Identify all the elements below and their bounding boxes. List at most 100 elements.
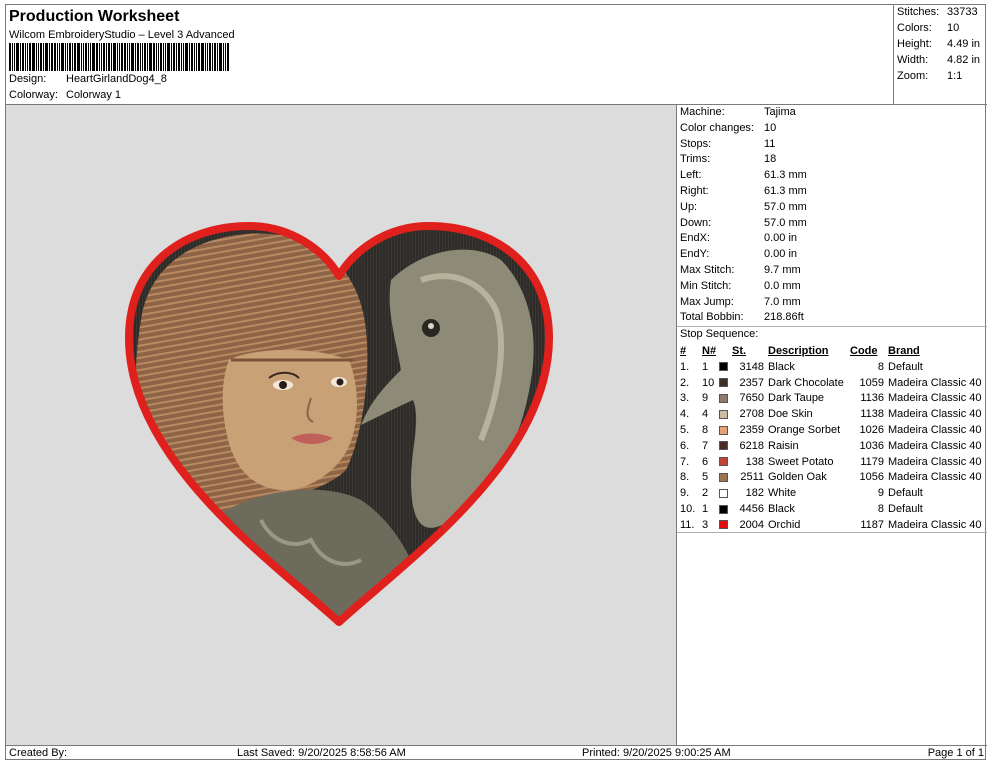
stat-height: Height: 4.49 in xyxy=(897,38,981,50)
row-stitches: 138 xyxy=(745,455,764,468)
barcode-bar xyxy=(38,43,39,71)
table-row: 2. 10 2357 Dark Chocolate 1059 Madeira Classi… xyxy=(680,375,982,391)
barcode-bar xyxy=(61,43,64,71)
barcode-bar xyxy=(20,43,21,71)
colorway-row: Colorway: Colorway 1 xyxy=(9,89,121,101)
info-value: 218.86ft xyxy=(764,311,804,324)
info-value: 0.00 in xyxy=(764,232,798,245)
row-swatch-cell xyxy=(719,391,732,407)
row-num: 4. xyxy=(680,408,690,421)
row-brand: Madeira Classic 40 xyxy=(888,424,982,437)
barcode-bar xyxy=(147,43,148,71)
row-num: 8. xyxy=(680,471,690,484)
barcode-bar xyxy=(205,43,206,71)
row-stitches: 6218 xyxy=(739,439,764,452)
color-swatch xyxy=(719,504,728,514)
row-swatch-cell xyxy=(719,406,732,422)
barcode-bar xyxy=(90,43,91,71)
barcode-bar xyxy=(129,43,130,71)
row-num: 2. xyxy=(680,376,690,389)
color-swatch xyxy=(719,473,728,483)
row-needle: 9 xyxy=(702,392,709,405)
info-value: Tajima xyxy=(764,106,796,118)
info-label: Down: xyxy=(680,216,712,229)
barcode-bar xyxy=(227,43,229,71)
row-description: White xyxy=(768,487,797,500)
row-stitches: 2004 xyxy=(739,518,764,531)
barcode-bar xyxy=(176,43,177,71)
info-label: Trims: xyxy=(680,153,711,166)
barcode-bar xyxy=(99,43,100,71)
barcode-bar xyxy=(144,43,146,71)
row-needle: 1 xyxy=(702,360,709,373)
info-row: Up: 57.0 mm xyxy=(680,201,807,213)
info-label: Left: xyxy=(680,169,702,182)
software-name: Wilcom EmbroideryStudio – Level 3 Advanc… xyxy=(9,29,235,41)
barcode-bar xyxy=(45,43,48,71)
row-num: 11. xyxy=(680,518,695,531)
barcode-bar xyxy=(223,43,224,71)
row-swatch-cell xyxy=(719,422,732,438)
table-row: 1. 1 3148 Black 8 Default xyxy=(680,359,982,375)
row-num: 3. xyxy=(680,392,690,405)
row-code: 1059 xyxy=(859,376,884,389)
info-row: Max Stitch: 9.7 mm xyxy=(680,264,801,276)
design-label: Design: xyxy=(9,73,47,85)
row-brand: Default xyxy=(888,360,923,373)
printed-date: Printed: 9/20/2025 9:00:25 AM xyxy=(582,747,731,759)
barcode-bar xyxy=(119,43,120,71)
row-code: 1138 xyxy=(860,408,884,421)
row-code: 1036 xyxy=(859,439,884,452)
info-value: 10 xyxy=(764,121,777,134)
row-num: 1. xyxy=(680,360,690,373)
info-value: 9.7 mm xyxy=(764,264,801,276)
barcode-bar xyxy=(51,43,53,71)
row-num: 10. xyxy=(680,503,696,516)
worksheet-footer: Created By: Last Saved: 9/20/2025 8:58:5… xyxy=(6,745,987,761)
row-code: 8 xyxy=(877,503,884,516)
info-row: EndX: 0.00 in xyxy=(680,232,797,244)
barcode xyxy=(9,43,263,71)
info-row: Down: 57.0 mm xyxy=(680,217,807,229)
row-description: Orange Sorbet xyxy=(768,424,841,437)
barcode-bar xyxy=(219,43,222,71)
barcode-bar xyxy=(57,43,58,71)
info-label: Up: xyxy=(680,200,698,213)
row-description: Sweet Potato xyxy=(768,455,834,468)
barcode-bar xyxy=(124,43,126,71)
barcode-bar xyxy=(74,43,76,71)
table-row: 3. 9 7650 Dark Taupe 1136 Madeira Classic 40 xyxy=(680,391,982,407)
row-needle: 6 xyxy=(702,455,709,468)
stat-zoom: Zoom: 1:1 xyxy=(897,70,963,82)
barcode-bar xyxy=(54,43,56,71)
row-brand: Default xyxy=(888,503,923,516)
row-stitches: 182 xyxy=(745,487,764,500)
color-swatch xyxy=(719,378,728,388)
barcode-bar xyxy=(121,43,123,71)
row-num: 5. xyxy=(680,424,690,437)
row-brand: Madeira Classic 40 xyxy=(888,376,982,389)
barcode-bar xyxy=(191,43,193,71)
barcode-bar xyxy=(65,43,66,71)
colorway-value: Colorway 1 xyxy=(66,89,122,101)
barcode-bar xyxy=(207,43,208,71)
info-row: Trims: 18 xyxy=(680,153,776,165)
row-code: 1056 xyxy=(859,471,884,484)
row-code: 1136 xyxy=(860,392,884,405)
barcode-bar xyxy=(77,43,80,71)
info-value: 7.0 mm xyxy=(764,295,801,308)
barcode-bar xyxy=(189,43,190,71)
color-swatch xyxy=(719,441,728,451)
row-stitches: 2357 xyxy=(739,376,764,389)
barcode-bar xyxy=(142,43,143,71)
row-description: Raisin xyxy=(768,439,799,452)
color-swatch xyxy=(719,488,728,498)
row-code: 1187 xyxy=(860,518,884,531)
barcode-bar xyxy=(96,43,98,71)
col-description: Description xyxy=(768,345,829,357)
stat-colors: Colors: 10 xyxy=(897,22,960,34)
barcode-bar xyxy=(103,43,105,71)
barcode-bar xyxy=(117,43,118,71)
barcode-bar xyxy=(173,43,175,71)
barcode-bar xyxy=(16,43,19,71)
